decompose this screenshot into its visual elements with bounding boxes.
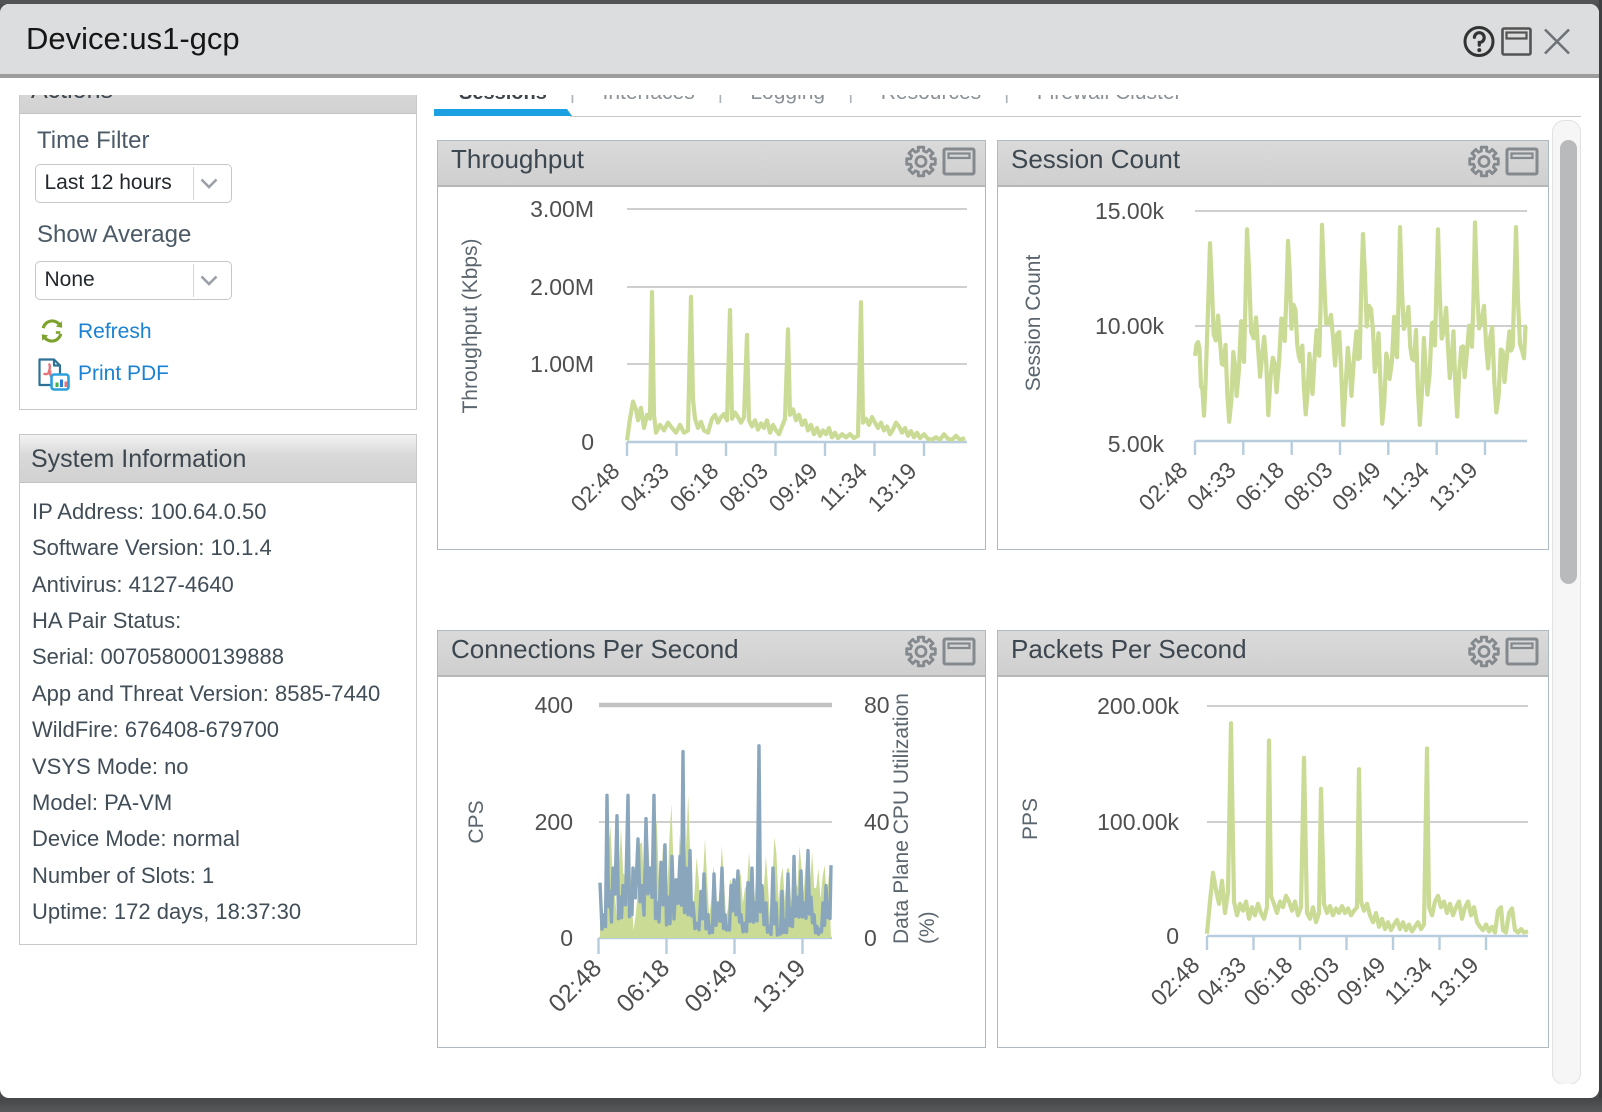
- svg-text:06:18: 06:18: [1238, 952, 1297, 1011]
- svg-text:06:18: 06:18: [664, 458, 723, 517]
- svg-text:0: 0: [1166, 923, 1179, 949]
- svg-text:100.00k: 100.00k: [1097, 809, 1179, 835]
- svg-text:13:19: 13:19: [1423, 457, 1482, 516]
- svg-text:04:33: 04:33: [1192, 952, 1251, 1011]
- svg-text:PPS: PPS: [1019, 798, 1042, 840]
- svg-text:09:49: 09:49: [679, 954, 743, 1018]
- svg-text:09:49: 09:49: [763, 458, 822, 517]
- svg-text:5.00k: 5.00k: [1108, 431, 1165, 457]
- svg-text:15.00k: 15.00k: [1095, 198, 1165, 224]
- svg-text:06:18: 06:18: [611, 954, 675, 1018]
- svg-text:02:48: 02:48: [1133, 457, 1192, 516]
- svg-text:04:33: 04:33: [615, 458, 674, 517]
- svg-text:400: 400: [535, 692, 573, 718]
- svg-text:Data Plane CPU Utilization: Data Plane CPU Utilization: [890, 693, 913, 944]
- svg-text:Session Count: Session Count: [1022, 255, 1045, 392]
- svg-text:08:03: 08:03: [1285, 952, 1344, 1011]
- svg-text:08:03: 08:03: [1278, 457, 1337, 516]
- svg-text:11:34: 11:34: [1379, 952, 1437, 1010]
- svg-text:02:48: 02:48: [565, 458, 624, 517]
- svg-text:200.00k: 200.00k: [1097, 693, 1179, 719]
- svg-text:80: 80: [864, 692, 890, 718]
- svg-text:1.00M: 1.00M: [530, 351, 594, 377]
- svg-text:3.00M: 3.00M: [530, 196, 594, 222]
- svg-text:Throughput (Kbps): Throughput (Kbps): [459, 238, 482, 413]
- svg-text:02:48: 02:48: [543, 954, 607, 1018]
- svg-text:08:03: 08:03: [714, 458, 773, 517]
- svg-text:13:19: 13:19: [1424, 952, 1483, 1011]
- svg-text:02:48: 02:48: [1145, 952, 1204, 1011]
- svg-text:09:49: 09:49: [1327, 457, 1386, 516]
- svg-text:200: 200: [535, 809, 573, 835]
- svg-text:2.00M: 2.00M: [530, 274, 594, 300]
- svg-text:(%): (%): [916, 911, 939, 944]
- svg-text:10.00k: 10.00k: [1095, 313, 1165, 339]
- svg-text:13:19: 13:19: [862, 458, 921, 517]
- svg-text:40: 40: [864, 809, 890, 835]
- svg-text:04:33: 04:33: [1182, 457, 1241, 516]
- svg-text:0: 0: [560, 925, 573, 951]
- svg-text:0: 0: [864, 925, 877, 951]
- svg-text:0: 0: [581, 429, 594, 455]
- svg-text:09:49: 09:49: [1331, 952, 1390, 1011]
- svg-text:06:18: 06:18: [1230, 457, 1289, 516]
- svg-text:11:34: 11:34: [814, 458, 872, 516]
- svg-text:CPS: CPS: [465, 800, 488, 843]
- svg-text:11:34: 11:34: [1376, 457, 1434, 515]
- svg-text:13:19: 13:19: [747, 954, 811, 1018]
